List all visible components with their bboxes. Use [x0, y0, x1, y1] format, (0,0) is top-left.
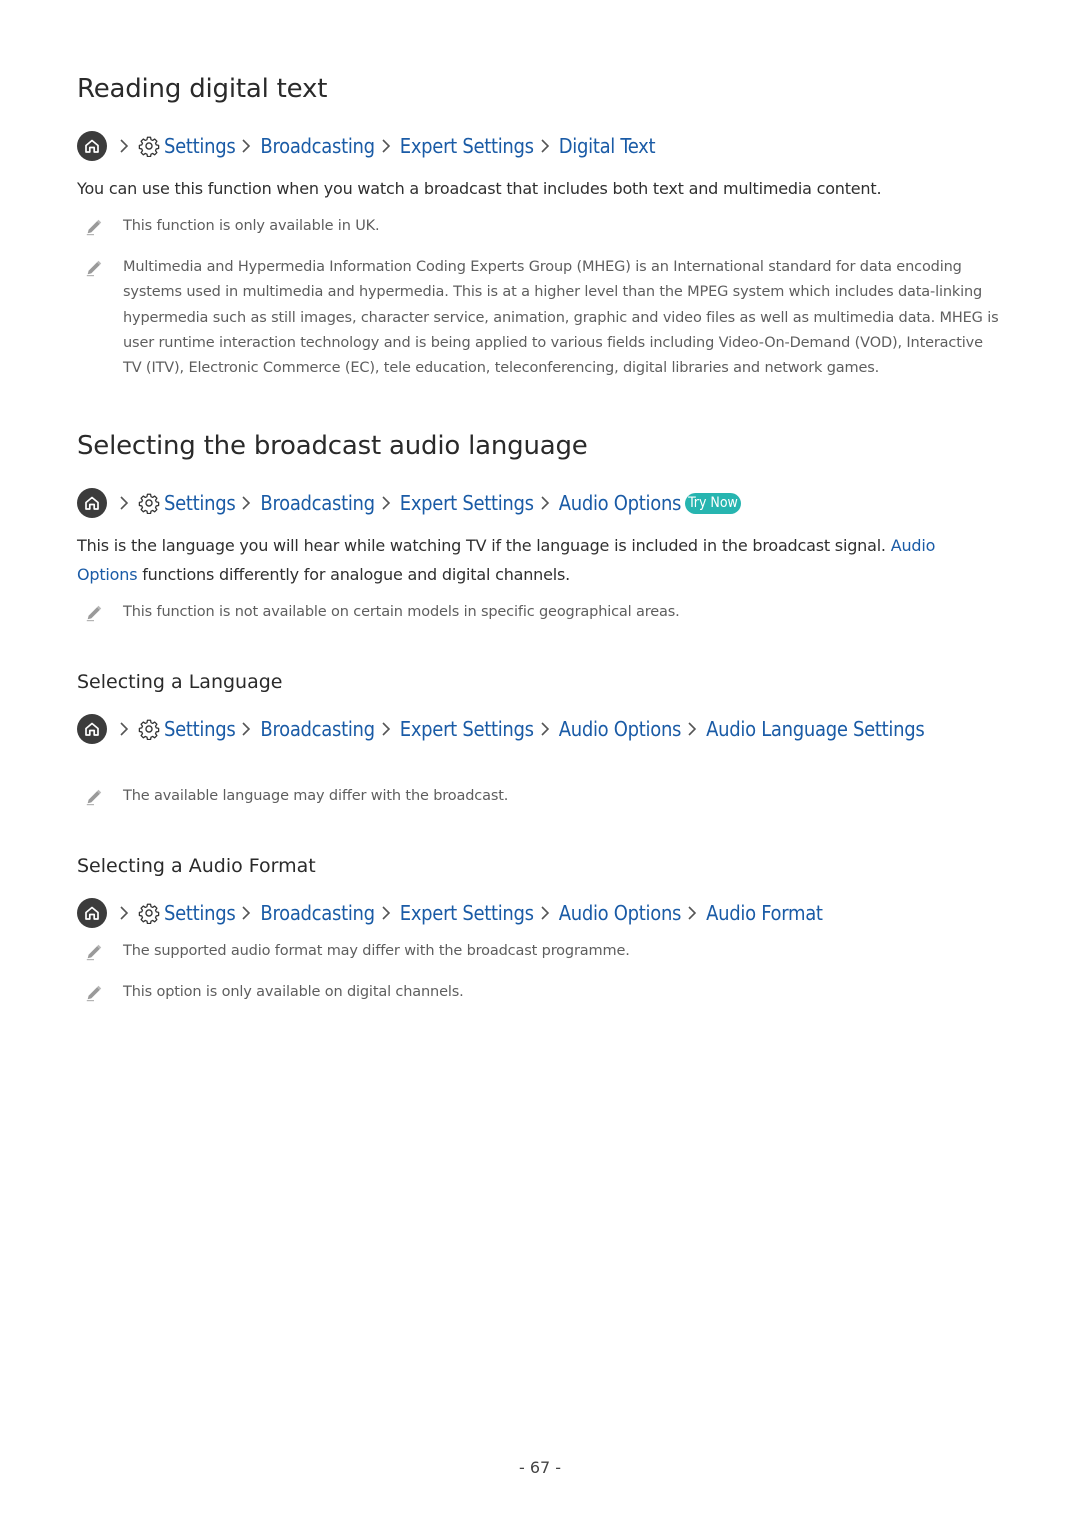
note-text: This function is only available in UK.	[123, 218, 380, 234]
pencil-icon	[77, 600, 123, 625]
note-item: This function is only available in UK.	[77, 214, 1007, 239]
home-icon[interactable]	[77, 898, 107, 928]
chevron-right-icon	[381, 495, 391, 511]
chevron-right-icon	[540, 721, 550, 737]
chevron-right-icon	[540, 905, 550, 921]
note-item: This option is only available on digital…	[77, 980, 1007, 1005]
note-item: Multimedia and Hypermedia Information Co…	[77, 255, 1002, 381]
chevron-right-icon	[241, 905, 251, 921]
pencil-icon	[77, 939, 123, 964]
breadcrumb-settings[interactable]: Settings	[164, 715, 236, 744]
breadcrumb-audio-options[interactable]: Audio Options	[559, 491, 682, 515]
breadcrumb-settings[interactable]: Settings	[164, 901, 236, 925]
home-icon[interactable]	[77, 131, 107, 161]
body-text: This is the language you will hear while…	[77, 531, 977, 589]
note-item: The supported audio format may differ wi…	[77, 939, 1007, 964]
breadcrumb-broadcasting[interactable]: Broadcasting	[260, 491, 375, 515]
subsection-heading-selecting-audio-format: Selecting a Audio Format	[77, 855, 316, 877]
chevron-right-icon	[381, 905, 391, 921]
body-text-part: This is the language you will hear while…	[77, 536, 891, 555]
pencil-icon	[77, 255, 123, 381]
note-text: This function is not available on certai…	[123, 604, 680, 620]
section-heading-broadcast-audio-language: Selecting the broadcast audio language	[77, 431, 588, 461]
note-text: The available language may differ with t…	[123, 788, 509, 804]
body-text-part: functions differently for analogue and d…	[137, 565, 571, 584]
breadcrumb-digital-text[interactable]: Digital Text	[559, 134, 656, 158]
chevron-right-icon	[540, 495, 550, 511]
note-item: This function is not available on certai…	[77, 600, 1007, 625]
breadcrumb-audio-options: Settings Broadcasting Expert Settings Au…	[77, 488, 741, 518]
pencil-icon	[77, 214, 123, 239]
chevron-right-icon	[241, 721, 251, 737]
home-icon[interactable]	[77, 488, 107, 518]
breadcrumb-audio-format: Settings Broadcasting Expert Settings Au…	[77, 898, 823, 928]
breadcrumb-expert-settings[interactable]: Expert Settings	[400, 901, 534, 925]
home-icon[interactable]	[77, 714, 107, 744]
breadcrumb-audio-format[interactable]: Audio Format	[706, 901, 823, 925]
breadcrumb-settings[interactable]: Settings	[164, 491, 236, 515]
chevron-right-icon	[381, 721, 391, 737]
pencil-icon	[77, 784, 123, 809]
chevron-right-icon	[119, 138, 129, 154]
chevron-right-icon	[119, 721, 129, 737]
chevron-right-icon	[241, 138, 251, 154]
breadcrumb-expert-settings[interactable]: Expert Settings	[400, 491, 534, 515]
gear-icon	[138, 902, 160, 924]
breadcrumb-expert-settings[interactable]: Expert Settings	[400, 715, 534, 744]
breadcrumb-expert-settings[interactable]: Expert Settings	[400, 134, 534, 158]
breadcrumb-audio-options[interactable]: Audio Options	[559, 715, 682, 744]
page-number: - 67 -	[518, 1458, 562, 1477]
pencil-icon	[77, 980, 123, 1005]
section-heading-reading-digital-text: Reading digital text	[77, 74, 328, 104]
breadcrumb-audio-language-settings: Settings Broadcasting Expert Settings Au…	[77, 714, 957, 744]
chevron-right-icon	[540, 138, 550, 154]
chevron-right-icon	[687, 905, 697, 921]
chevron-right-icon	[119, 905, 129, 921]
breadcrumb-settings[interactable]: Settings	[164, 134, 236, 158]
breadcrumb-audio-language-settings[interactable]: Audio Language Settings	[706, 715, 925, 744]
breadcrumb-broadcasting[interactable]: Broadcasting	[260, 134, 375, 158]
gear-icon	[138, 718, 160, 740]
chevron-right-icon	[119, 495, 129, 511]
chevron-right-icon	[687, 721, 697, 737]
gear-icon	[138, 492, 160, 514]
chevron-right-icon	[381, 138, 391, 154]
try-now-button[interactable]: Try Now	[685, 492, 741, 514]
gear-icon	[138, 135, 160, 157]
breadcrumb-audio-options[interactable]: Audio Options	[559, 901, 682, 925]
breadcrumb-broadcasting[interactable]: Broadcasting	[260, 901, 375, 925]
breadcrumb-broadcasting[interactable]: Broadcasting	[260, 715, 375, 744]
body-text: You can use this function when you watch…	[77, 179, 882, 198]
note-text: The supported audio format may differ wi…	[123, 943, 630, 959]
note-text: Multimedia and Hypermedia Information Co…	[123, 259, 999, 377]
chevron-right-icon	[241, 495, 251, 511]
note-text: This option is only available on digital…	[123, 984, 464, 1000]
subsection-heading-selecting-a-language: Selecting a Language	[77, 671, 283, 693]
note-item: The available language may differ with t…	[77, 784, 1007, 809]
breadcrumb-digital-text: Settings Broadcasting Expert Settings Di…	[77, 131, 656, 161]
